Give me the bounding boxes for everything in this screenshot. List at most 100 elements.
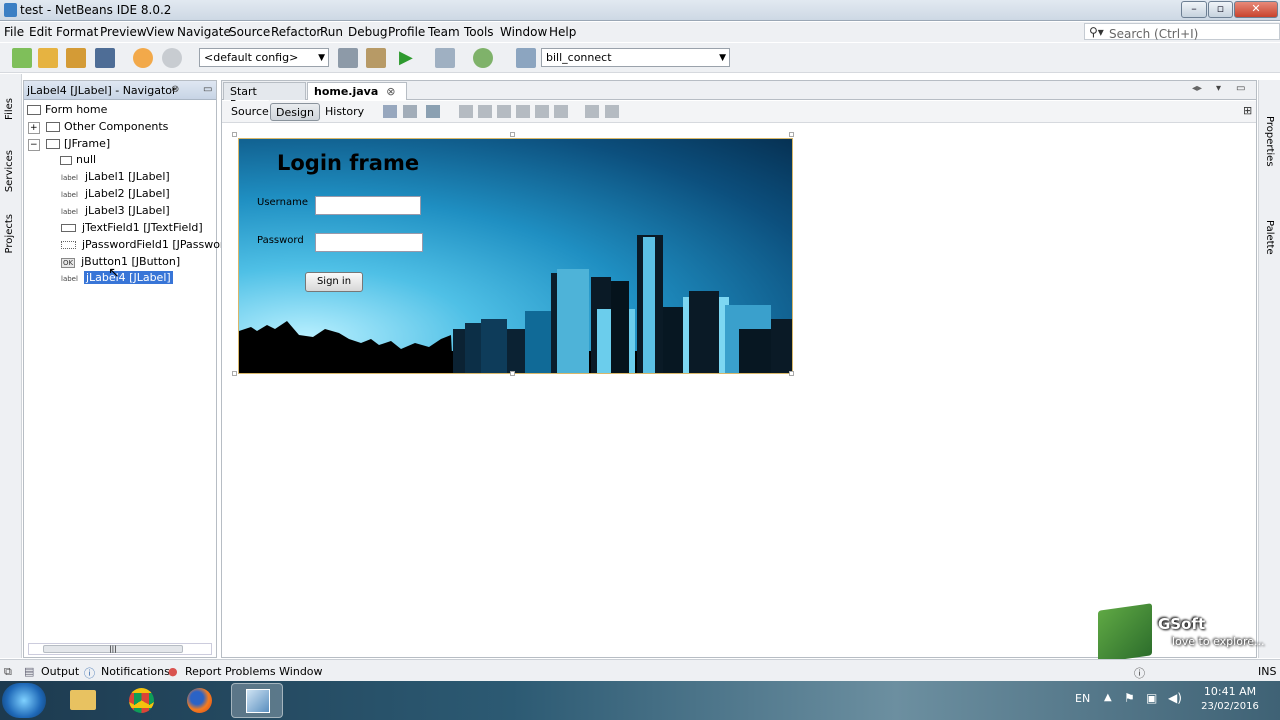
navigator-scrollbar[interactable]: ||| [28,643,212,655]
menu-file[interactable]: File [4,25,24,39]
config-select[interactable]: <default config> ▼ [199,48,329,67]
resize-horizontal-icon[interactable] [585,105,599,118]
tree-item-jtextfield1[interactable]: jTextField1 [JTextField] [61,221,203,234]
output-tab[interactable]: Output [41,665,79,678]
tree-item-jpasswordfield1[interactable]: jPasswordField1 [JPasswordFi [61,238,240,251]
connection-mode-icon[interactable] [403,105,417,118]
center-horizontal-icon[interactable] [497,105,511,118]
resize-handle[interactable] [789,132,794,137]
menu-window[interactable]: Window [500,25,547,39]
profile-icon[interactable] [473,48,493,68]
files-tab[interactable]: Files [4,98,15,120]
open-project-icon[interactable] [66,48,86,68]
history-view-button[interactable]: History [320,103,369,121]
search-input[interactable]: ⚲▾ Search (Ctrl+I) [1084,23,1280,41]
explorer-taskbar-icon[interactable] [57,683,109,718]
projects-tab[interactable]: Projects [4,214,15,253]
menu-source[interactable]: Source [229,25,270,39]
palette-tab[interactable]: Palette [1264,220,1275,255]
maximize-window-icon[interactable]: ▭ [1236,83,1245,94]
password-field[interactable] [315,233,423,252]
login-frame-form[interactable]: Login frame Username Password Sign in [238,138,793,374]
report-problems-tab[interactable]: Report Problems Window [185,665,323,678]
tree-other-components[interactable]: + Other Components [28,120,168,134]
network-icon[interactable]: ▣ [1146,691,1157,705]
preview-design-icon[interactable] [426,105,440,118]
resize-handle[interactable] [510,132,515,137]
center-vertical-icon[interactable] [554,105,568,118]
sign-in-button[interactable]: Sign in [305,272,363,292]
menu-tools[interactable]: Tools [464,25,494,39]
menu-debug[interactable]: Debug [348,25,387,39]
redo-icon[interactable] [162,48,182,68]
source-view-button[interactable]: Source [226,103,274,121]
new-file-icon[interactable] [12,48,32,68]
menu-help[interactable]: Help [549,25,576,39]
expand-icon[interactable]: ⊞ [1243,104,1252,117]
undo-icon[interactable] [133,48,153,68]
minimize-panel-icon[interactable]: ▭ [203,84,212,95]
selection-mode-icon[interactable] [383,105,397,118]
scrollbar-thumb[interactable]: ||| [43,645,183,653]
menu-team[interactable]: Team [428,25,460,39]
tree-item-null[interactable]: null [60,153,96,166]
menu-refactor[interactable]: Refactor [271,25,321,39]
scroll-tabs-icon[interactable]: ◂▸ [1192,83,1202,94]
resize-handle[interactable] [232,132,237,137]
netbeans-taskbar-icon[interactable] [231,683,283,718]
menu-format[interactable]: Format [56,25,98,39]
menu-navigate[interactable]: Navigate [177,25,231,39]
profile-config-select[interactable]: bill_connect ▼ [541,48,730,67]
align-left-icon[interactable] [459,105,473,118]
minimize-button[interactable]: – [1181,1,1207,18]
maximize-button[interactable]: ▫ [1208,1,1233,18]
notifications-tab[interactable]: Notifications [101,665,170,678]
system-clock[interactable]: 10:41 AM 23/02/2016 [1198,685,1262,712]
services-tab[interactable]: Services [4,150,15,192]
start-button[interactable] [2,683,46,718]
close-tab-icon[interactable]: ⊗ [386,85,395,98]
show-hidden-icons-icon[interactable]: ▲ [1104,692,1112,703]
resize-vertical-icon[interactable] [605,105,619,118]
align-right-icon[interactable] [478,105,492,118]
expand-icon[interactable]: + [28,122,40,134]
firefox-taskbar-icon[interactable] [173,683,225,718]
menu-view[interactable]: View [146,25,174,39]
close-button[interactable]: ✕ [1234,1,1278,18]
run-icon[interactable]: ▶ [399,48,419,68]
tab-start-page[interactable]: Start Page⊗ [223,82,306,111]
tree-root[interactable]: Form home [27,103,107,116]
collapse-icon[interactable]: − [28,139,40,151]
resize-handle[interactable] [232,371,237,376]
tree-item-jbutton1[interactable]: OK jButton1 [JButton] [61,255,180,268]
save-all-icon[interactable] [95,48,115,68]
build-hammer-icon[interactable] [338,48,358,68]
action-center-flag-icon[interactable]: ⚑ [1124,691,1135,705]
tree-jframe[interactable]: − [JFrame] [28,137,110,151]
tree-item-jlabel3[interactable]: label jLabel3 [JLabel] [61,204,170,217]
chrome-taskbar-icon[interactable] [115,683,167,718]
show-documents-icon[interactable]: ▾ [1216,83,1221,94]
clean-build-icon[interactable] [366,48,386,68]
align-top-icon[interactable] [516,105,530,118]
menu-preview[interactable]: Preview [100,25,147,39]
resize-handle[interactable] [789,371,794,376]
tree-item-jlabel1[interactable]: label jLabel1 [JLabel] [61,170,170,183]
menu-run[interactable]: Run [320,25,343,39]
close-icon[interactable]: ⊗ [171,84,179,95]
properties-tab[interactable]: Properties [1264,116,1275,167]
volume-icon[interactable]: ◀) [1168,691,1182,705]
resize-handle[interactable] [510,371,515,376]
connect-icon[interactable] [516,48,536,68]
restore-panels-icon[interactable]: ⧉ [4,665,12,679]
menu-profile[interactable]: Profile [388,25,425,39]
align-bottom-icon[interactable] [535,105,549,118]
tab-home-java[interactable]: home.java ⊗ [307,82,407,100]
tree-item-jlabel2[interactable]: label jLabel2 [JLabel] [61,187,170,200]
new-project-icon[interactable] [38,48,58,68]
menu-edit[interactable]: Edit [29,25,52,39]
username-field[interactable] [315,196,421,215]
debug-icon[interactable] [435,48,455,68]
notification-bubble-icon[interactable]: ⓘ [1134,665,1145,681]
language-indicator[interactable]: EN [1075,692,1090,705]
